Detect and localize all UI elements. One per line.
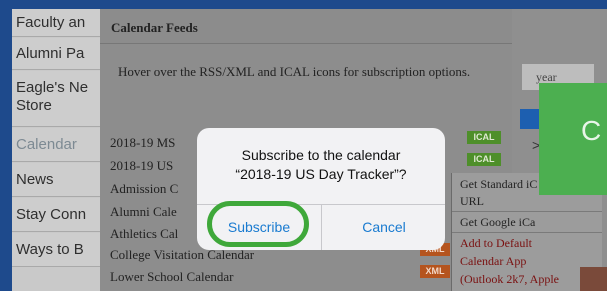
sidebar-item-label: Alumni Pa: [16, 45, 85, 62]
menu-item-url[interactable]: URL: [460, 193, 484, 209]
image-thumbnail: [580, 267, 607, 291]
menu-divider: [452, 211, 602, 212]
sidebar-item-stay-connected[interactable]: Stay Conn: [12, 198, 112, 232]
ical-icon[interactable]: ICAL: [467, 131, 501, 144]
menu-item-outlook-apple[interactable]: (Outlook 2k7, Apple: [460, 271, 559, 287]
feed-row-2018-19-ms[interactable]: 2018-19 MS: [110, 135, 175, 151]
sidebar-item-ways-to-give[interactable]: Ways to B: [12, 233, 112, 267]
feed-row-lower-school[interactable]: Lower School Calendar: [110, 269, 233, 285]
menu-item-add-to-default[interactable]: Add to Default: [460, 235, 532, 251]
feeds-header: Calendar Feeds: [100, 9, 512, 44]
sidebar-item-alumni[interactable]: Alumni Pa: [12, 38, 112, 70]
green-panel-letter: C: [581, 115, 602, 146]
sidebar-item-eagles-nest-store[interactable]: Eagle's Ne Store: [12, 71, 112, 127]
xml-icon[interactable]: XML: [420, 265, 450, 278]
menu-item-get-google-ical[interactable]: Get Google iCa: [460, 214, 535, 230]
feed-row-alumni[interactable]: Alumni Cale: [110, 204, 177, 220]
alert-title: Subscribe to the calendar “2018-19 US Da…: [197, 146, 445, 184]
subscribe-highlight-ring: [207, 201, 309, 247]
sidebar-item-label: Calendar: [16, 136, 77, 153]
screenshot-stage: Faculty an Alumni Pa Eagle's Ne Store Ca…: [0, 0, 607, 291]
sidebar-item-label: Stay Conn: [16, 206, 87, 223]
menu-divider: [452, 232, 602, 233]
sidebar-item-calendar[interactable]: Calendar: [12, 128, 112, 162]
sidebar: Faculty an Alumni Pa Eagle's Ne Store Ca…: [12, 9, 112, 291]
sidebar-item-label: Eagle's Ne: [16, 79, 89, 96]
feed-row-athletics[interactable]: Athletics Cal: [110, 226, 178, 242]
feed-row-admission[interactable]: Admission C: [110, 181, 178, 197]
sidebar-item-label: Ways to B: [16, 241, 84, 258]
green-callout-panel: C: [539, 83, 607, 195]
menu-item-calendar-app[interactable]: Calendar App: [460, 253, 526, 269]
menu-item-get-standard-ical[interactable]: Get Standard iC: [460, 176, 537, 192]
sidebar-item-label: News: [16, 171, 54, 188]
sidebar-item-label: Store: [16, 97, 52, 114]
ical-icon[interactable]: ICAL: [467, 153, 501, 166]
feed-row-2018-19-us[interactable]: 2018-19 US: [110, 158, 173, 174]
feeds-instructions: Hover over the RSS/XML and ICAL icons fo…: [118, 64, 471, 79]
cancel-button[interactable]: Cancel: [322, 205, 445, 250]
feeds-title: Calendar Feeds: [111, 20, 198, 35]
sidebar-item-news[interactable]: News: [12, 163, 112, 197]
alert-title-line1: Subscribe to the calendar: [241, 147, 401, 163]
sidebar-item-label: Faculty an: [16, 14, 86, 31]
alert-title-line2: “2018-19 US Day Tracker”?: [235, 166, 407, 182]
page-viewport: Faculty an Alumni Pa Eagle's Ne Store Ca…: [12, 9, 607, 291]
sidebar-item-faculty[interactable]: Faculty an: [12, 9, 112, 37]
